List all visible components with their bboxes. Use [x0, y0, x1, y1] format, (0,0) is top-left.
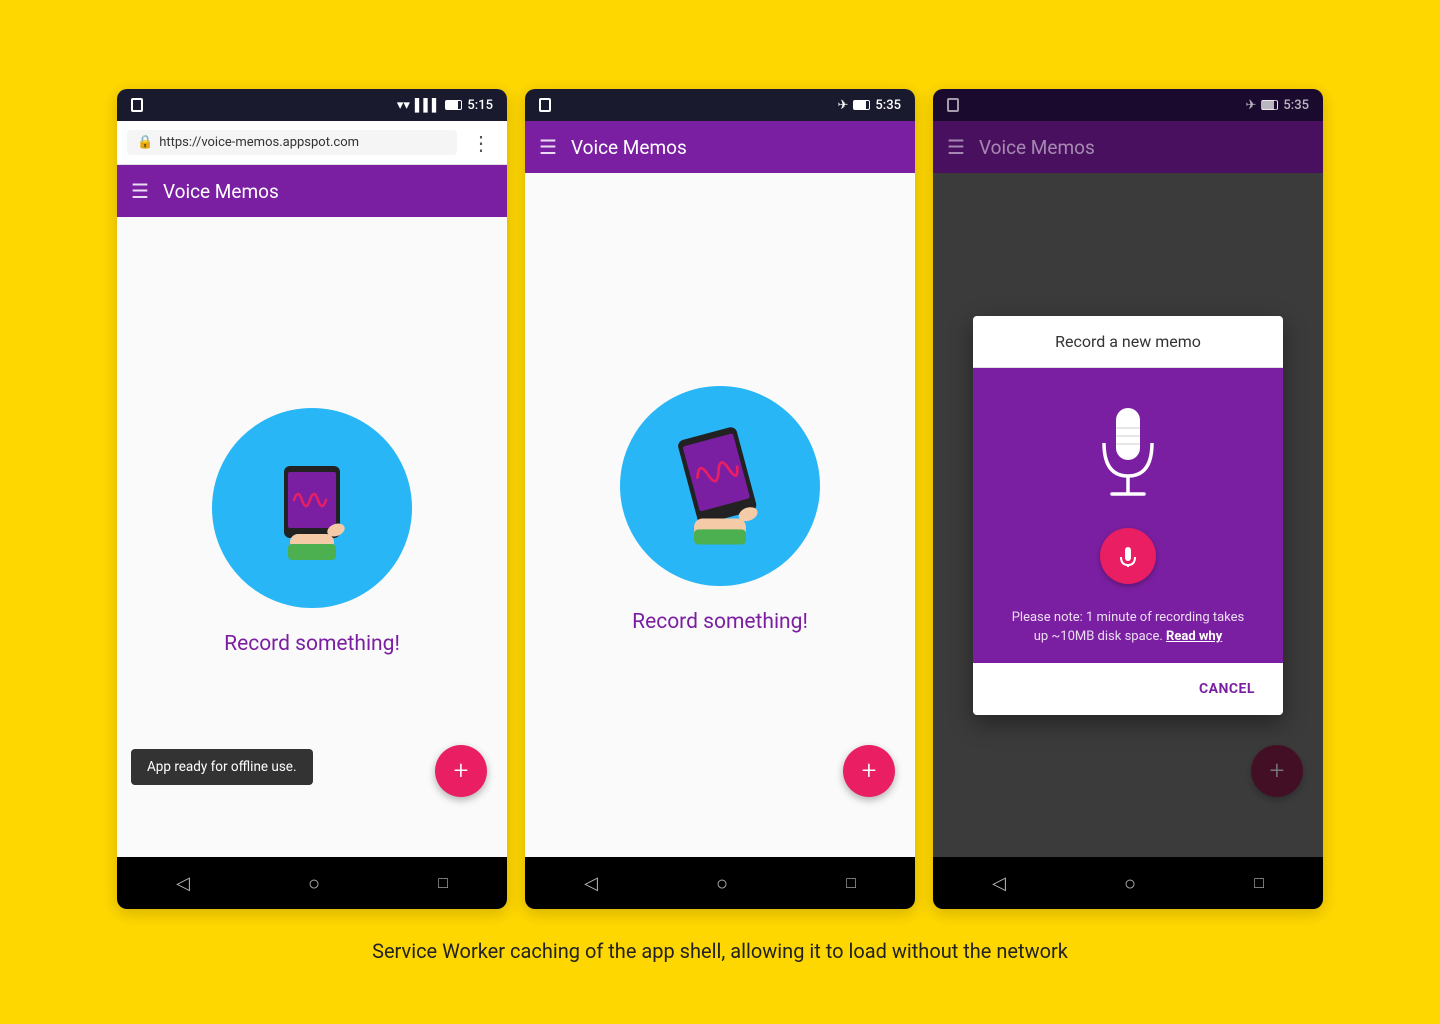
- phone2-app-content: Record something! +: [525, 173, 915, 857]
- lock-icon: 🔒: [137, 135, 153, 150]
- phone2-battery-icon: [853, 100, 870, 110]
- mic-large-icon: [1083, 398, 1173, 508]
- phone2-status-bar: ✈ 5:35: [525, 89, 915, 121]
- phone3-nav-bar: ◁ ○ □: [933, 857, 1323, 909]
- phone2-nav-bar: ◁ ○ □: [525, 857, 915, 909]
- phone2-menu-icon[interactable]: ☰: [539, 135, 557, 159]
- phone3-dialog-title: Record a new memo: [973, 316, 1283, 368]
- phone-2: ✈ 5:35 ☰ Voice Memos: [525, 89, 915, 909]
- phone3-record-button[interactable]: [1100, 528, 1156, 584]
- phone-1: ▾▾ ▌▌▌ 5:15 🔒 https://voice-memos.appspo…: [117, 89, 507, 909]
- phone2-illustration-svg: [655, 421, 785, 551]
- phone1-snackbar-text: App ready for offline use.: [147, 759, 297, 775]
- page-caption: Service Worker caching of the app shell,…: [372, 937, 1068, 965]
- phone3-app-toolbar: ☰ Voice Memos: [933, 121, 1323, 173]
- phone1-recents-button[interactable]: □: [438, 873, 448, 893]
- phone3-back-button[interactable]: ◁: [992, 873, 1006, 894]
- phone1-status-right: ▾▾ ▌▌▌ 5:15: [397, 98, 493, 113]
- phone3-screen-icon: [947, 98, 959, 112]
- wifi-icon: ▾▾: [397, 98, 410, 113]
- phone1-url-text: https://voice-memos.appspot.com: [159, 135, 359, 150]
- phone3-app-content: + Record a new memo: [933, 173, 1323, 857]
- phone3-menu-icon[interactable]: ☰: [947, 135, 965, 159]
- phone1-app-toolbar: ☰ Voice Memos: [117, 165, 507, 217]
- phone2-home-button[interactable]: ○: [716, 871, 728, 896]
- signal-icon: ▌▌▌: [415, 98, 441, 112]
- phone-screen-icon: [131, 98, 143, 112]
- phones-container: ▾▾ ▌▌▌ 5:15 🔒 https://voice-memos.appspo…: [117, 89, 1323, 909]
- phone1-illustration-svg: [252, 448, 372, 568]
- phone3-airplane-icon: ✈: [1246, 98, 1257, 113]
- phone2-back-button[interactable]: ◁: [584, 873, 598, 894]
- phone2-toolbar-title: Voice Memos: [571, 136, 687, 159]
- phone2-status-right: ✈ 5:35: [838, 98, 902, 113]
- phone1-app-content: Record something! App ready for offline …: [117, 217, 507, 857]
- phone1-fab-icon: +: [454, 758, 469, 784]
- phone3-status-bar: ✈ 5:35: [933, 89, 1323, 121]
- phone1-record-text: Record something!: [224, 632, 400, 656]
- phone1-back-button[interactable]: ◁: [176, 873, 190, 894]
- phone3-toolbar-title: Voice Memos: [979, 136, 1095, 159]
- phone3-dialog: Record a new memo: [973, 316, 1283, 715]
- phone1-fab[interactable]: +: [435, 745, 487, 797]
- battery-icon: [445, 100, 462, 110]
- phone2-airplane-icon: ✈: [838, 98, 849, 113]
- phone2-illustration: [620, 386, 820, 586]
- phone3-recents-button[interactable]: □: [1254, 873, 1264, 893]
- phone3-status-right: ✈ 5:35: [1246, 98, 1310, 113]
- phone1-time: 5:15: [467, 98, 493, 113]
- phone3-mic-button-icon: [1117, 545, 1139, 567]
- phone2-fab[interactable]: +: [843, 745, 895, 797]
- phone3-dialog-overlay: Record a new memo: [933, 173, 1323, 857]
- phone2-recents-button[interactable]: □: [846, 873, 856, 893]
- phone1-nav-bar: ◁ ○ □: [117, 857, 507, 909]
- phone1-status-left: [131, 98, 143, 112]
- phone2-app-toolbar: ☰ Voice Memos: [525, 121, 915, 173]
- phone3-read-why-link[interactable]: Read why: [1166, 629, 1222, 644]
- phone2-time: 5:35: [875, 98, 901, 113]
- phone3-dialog-actions: CANCEL: [973, 663, 1283, 715]
- phone1-menu-icon[interactable]: ☰: [131, 179, 149, 203]
- phone3-time: 5:35: [1283, 98, 1309, 113]
- phone1-illustration: [212, 408, 412, 608]
- phone1-browser-menu[interactable]: ⋮: [465, 129, 497, 157]
- phone3-home-button[interactable]: ○: [1124, 871, 1136, 896]
- phone-3: ✈ 5:35 ☰ Voice Memos + Record a new memo: [933, 89, 1323, 909]
- phone3-battery-icon: [1261, 100, 1278, 110]
- phone2-screen-icon: [539, 98, 551, 112]
- phone3-dialog-body: Please note: 1 minute of recording takes…: [973, 368, 1283, 663]
- phone1-snackbar: App ready for offline use.: [131, 749, 313, 785]
- phone2-fab-icon: +: [862, 758, 877, 784]
- phone3-status-left: [947, 98, 959, 112]
- phone3-dialog-note: Please note: 1 minute of recording takes…: [993, 608, 1263, 663]
- phone2-status-left: [539, 98, 551, 112]
- phone1-browser-bar: 🔒 https://voice-memos.appspot.com ⋮: [117, 121, 507, 165]
- phone1-url-bar[interactable]: 🔒 https://voice-memos.appspot.com: [127, 130, 457, 155]
- phone1-home-button[interactable]: ○: [308, 871, 320, 896]
- phone1-toolbar-title: Voice Memos: [163, 180, 279, 203]
- phone1-status-bar: ▾▾ ▌▌▌ 5:15: [117, 89, 507, 121]
- phone3-cancel-button[interactable]: CANCEL: [1187, 673, 1267, 705]
- phone2-record-text: Record something!: [632, 610, 808, 634]
